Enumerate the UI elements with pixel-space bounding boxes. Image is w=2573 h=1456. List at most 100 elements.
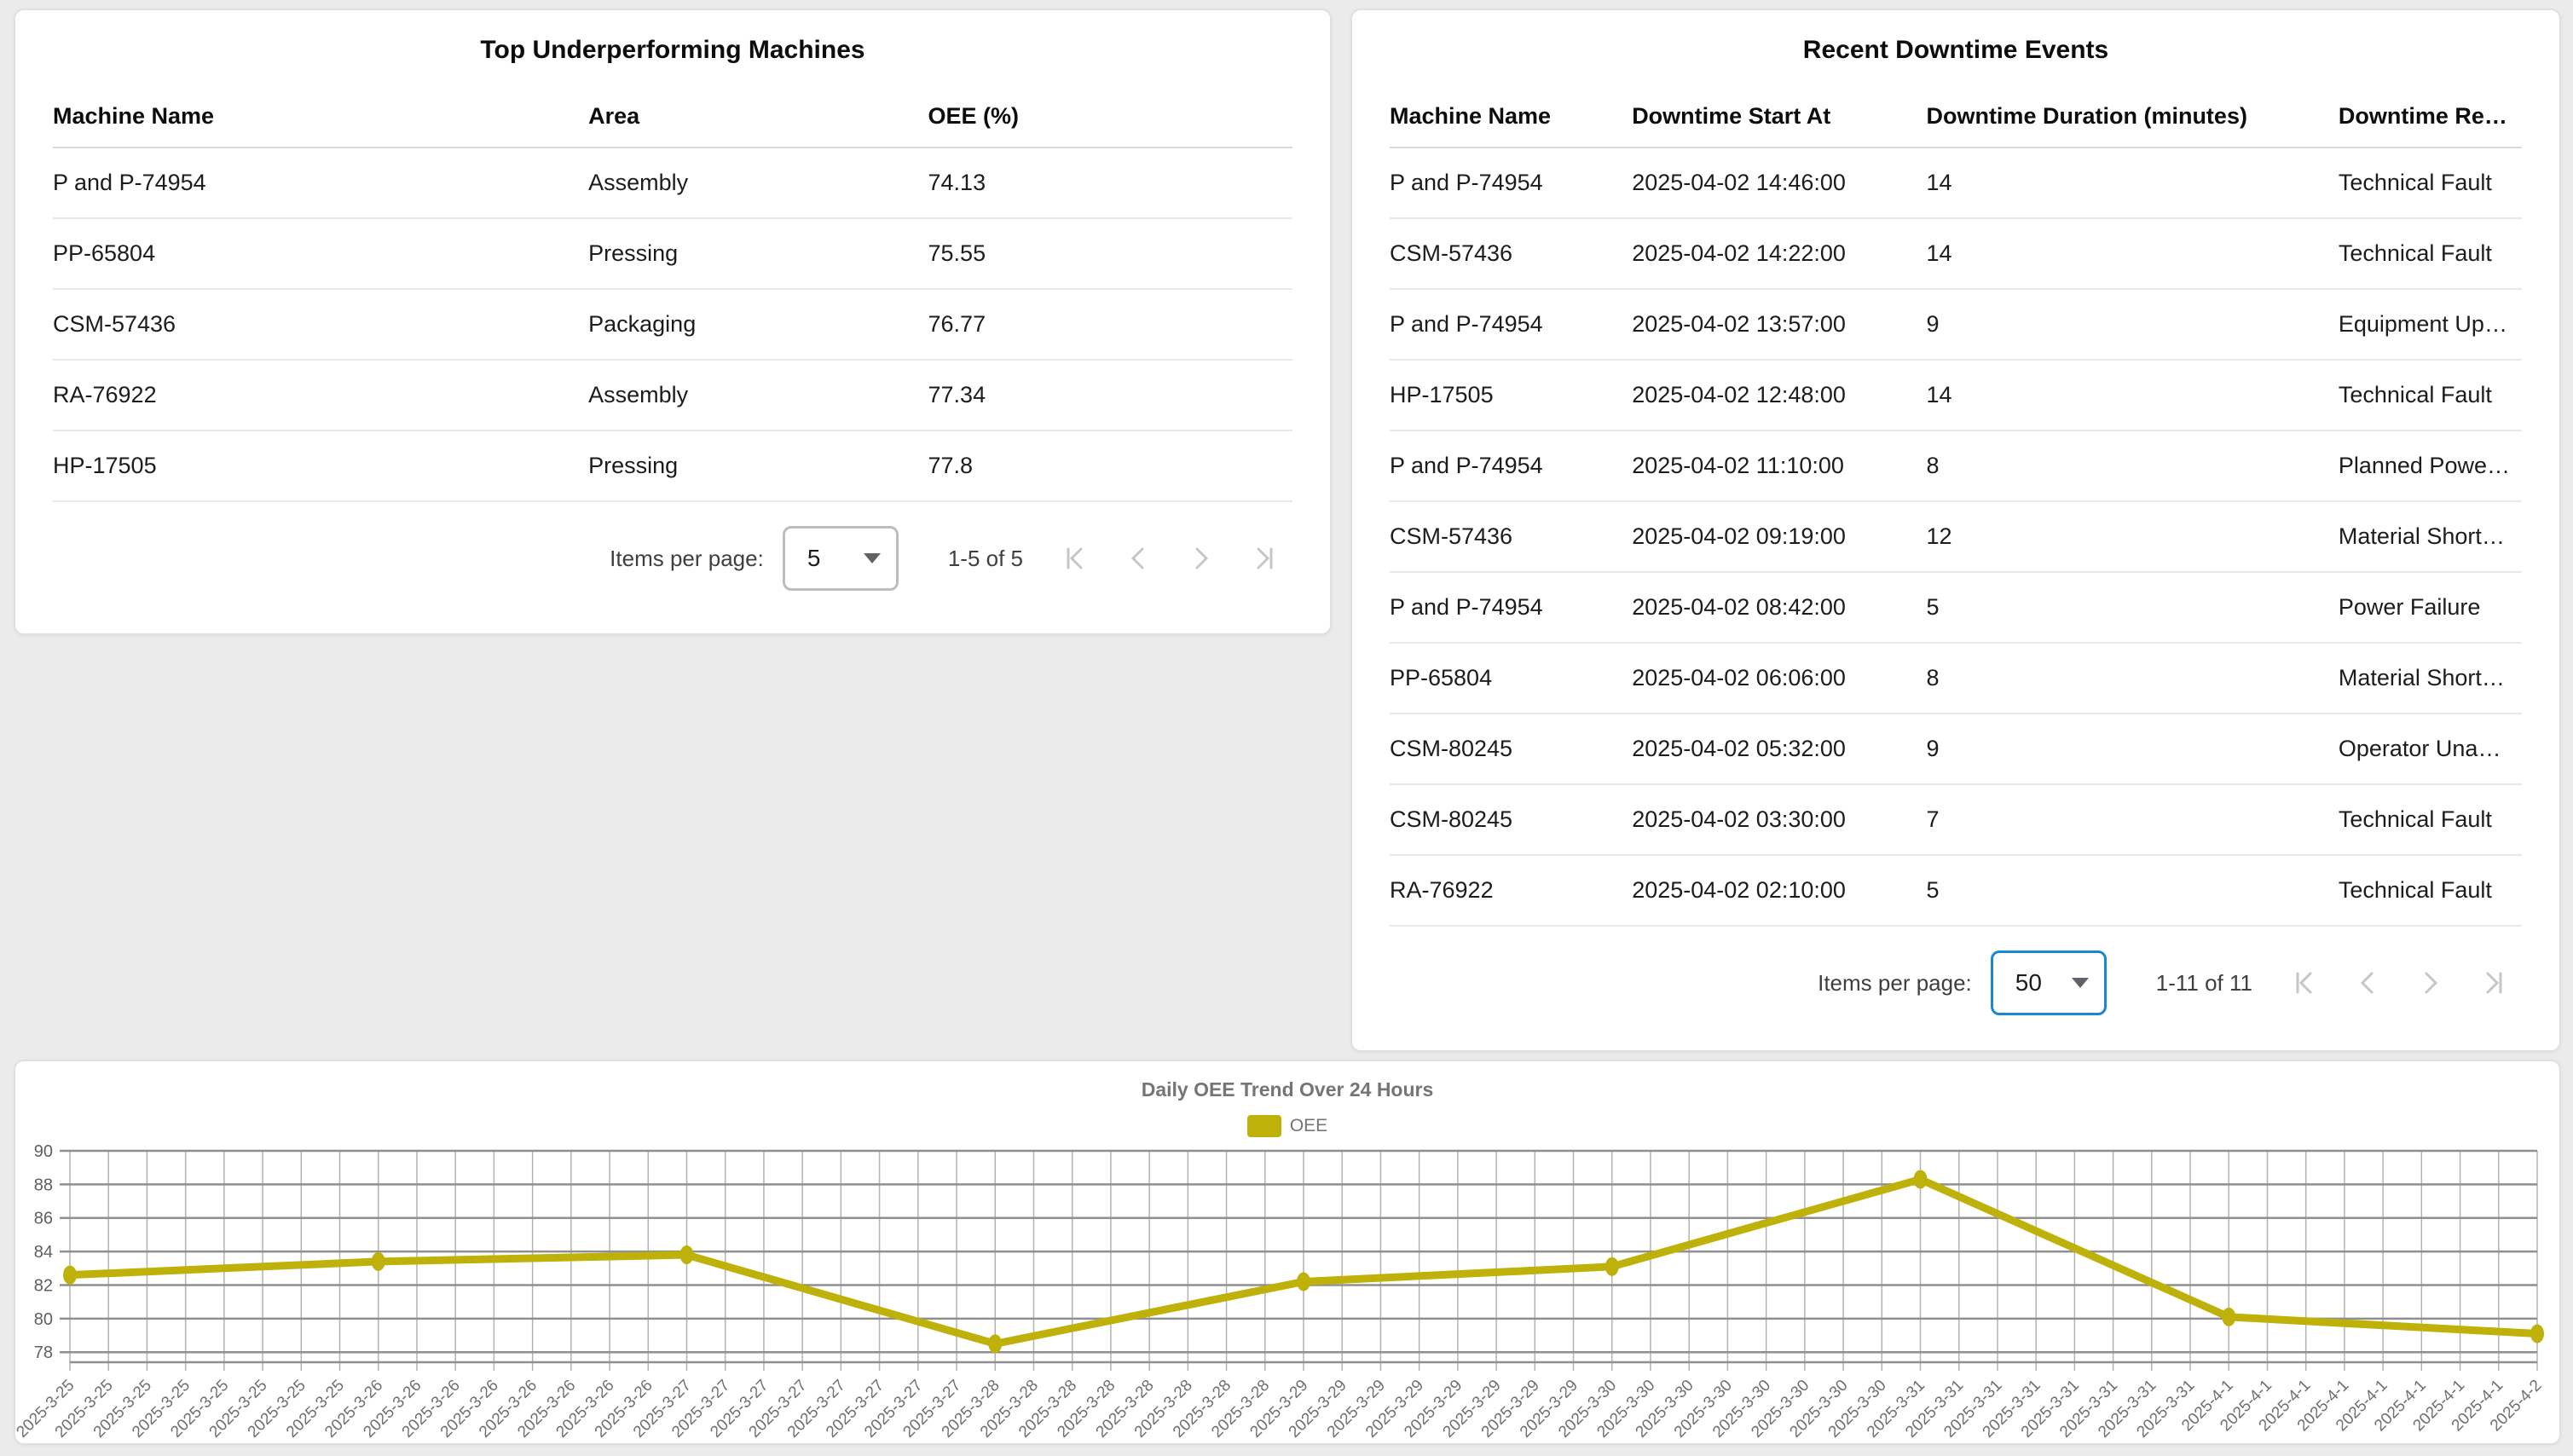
cell-downtime-reason: Planned Power Outage	[2339, 453, 2522, 479]
table-row: P and P-74954Assembly74.13	[53, 148, 1292, 219]
cell-machine-name: CSM-57436	[1390, 240, 1632, 267]
cell-downtime-start: 2025-04-02 09:19:00	[1632, 523, 1926, 550]
cell-machine-name: P and P-74954	[53, 170, 588, 196]
cell-downtime-duration: 14	[1926, 170, 2338, 196]
cell-oee: 77.8	[928, 453, 1292, 479]
first-page-icon	[2291, 969, 2318, 997]
cell-machine-name: PP-65804	[53, 240, 588, 267]
cell-downtime-start: 2025-04-02 13:57:00	[1632, 311, 1926, 338]
cell-downtime-start: 2025-04-02 14:46:00	[1632, 170, 1926, 196]
table-row: PP-65804Pressing75.55	[53, 219, 1292, 290]
cell-downtime-reason: Power Failure	[2339, 594, 2522, 621]
cell-area: Assembly	[588, 170, 928, 196]
cell-machine-name: HP-17505	[1390, 382, 1632, 408]
column-header-downtime-duration: Downtime Duration (minutes)	[1926, 103, 2338, 130]
cell-downtime-reason: Technical Fault	[2339, 240, 2522, 267]
cell-downtime-duration: 8	[1926, 665, 2338, 691]
cell-downtime-start: 2025-04-02 12:48:00	[1632, 382, 1926, 408]
table-row: P and P-749542025-04-02 14:46:0014Techni…	[1390, 148, 2522, 219]
cell-machine-name: HP-17505	[53, 453, 588, 479]
data-point	[2530, 1325, 2544, 1343]
svg-text:90: 90	[34, 1142, 53, 1161]
cell-area: Assembly	[588, 382, 928, 408]
cell-machine-name: P and P-74954	[1390, 453, 1632, 479]
cell-downtime-duration: 7	[1926, 806, 2338, 833]
cell-downtime-start: 2025-04-02 06:06:00	[1632, 665, 1926, 691]
items-per-page-select[interactable]: 50	[1991, 950, 2107, 1015]
cell-downtime-duration: 9	[1926, 311, 2338, 338]
cell-downtime-start: 2025-04-02 02:10:00	[1632, 877, 1926, 904]
chevron-down-icon	[864, 553, 881, 563]
previous-page-button[interactable]	[1124, 544, 1153, 573]
column-header-downtime-start: Downtime Start At	[1632, 103, 1926, 130]
items-per-page-label: Items per page:	[610, 546, 764, 572]
cell-oee: 77.34	[928, 382, 1292, 408]
items-per-page-value: 50	[2015, 969, 2042, 997]
cell-downtime-duration: 5	[1926, 594, 2338, 621]
items-per-page-select[interactable]: 5	[783, 526, 899, 591]
cell-area: Packaging	[588, 311, 928, 338]
chart-legend[interactable]: OEE	[15, 1115, 2559, 1137]
last-page-icon	[1251, 545, 1278, 572]
items-per-page-value: 5	[807, 545, 821, 572]
next-page-button[interactable]	[2416, 968, 2445, 997]
cell-downtime-reason: Material Shortage	[2339, 665, 2522, 691]
table-row: CSM-57436Packaging76.77	[53, 290, 1292, 361]
oee-trend-card: Daily OEE Trend Over 24 Hours OEE 788082…	[14, 1060, 2561, 1445]
downtime-events-card: Recent Downtime Events Machine NameDownt…	[1350, 9, 2561, 1052]
cell-downtime-duration: 14	[1926, 382, 2338, 408]
underperforming-table: Machine NameAreaOEE (%) P and P-74954Ass…	[53, 85, 1292, 502]
page-range-label: 1-5 of 5	[948, 546, 1023, 572]
next-page-button[interactable]	[1187, 544, 1216, 573]
data-point	[1605, 1257, 1619, 1276]
data-point	[988, 1334, 1002, 1353]
chevron-right-icon	[2417, 969, 2444, 997]
chevron-left-icon	[1125, 545, 1152, 572]
cell-downtime-duration: 8	[1926, 453, 2338, 479]
table-row: CSM-802452025-04-02 05:32:009Operator Un…	[1390, 714, 2522, 785]
cell-downtime-duration: 9	[1926, 736, 2338, 762]
cell-oee: 75.55	[928, 240, 1292, 267]
underperforming-machines-card: Top Underperforming Machines Machine Nam…	[14, 9, 1332, 635]
table-row: P and P-749542025-04-02 11:10:008Planned…	[1390, 431, 2522, 502]
cell-downtime-start: 2025-04-02 05:32:00	[1632, 736, 1926, 762]
table-row: P and P-749542025-04-02 08:42:005Power F…	[1390, 573, 2522, 644]
column-header-machine-name: Machine Name	[53, 103, 588, 130]
card-title: Recent Downtime Events	[1352, 10, 2559, 65]
chevron-right-icon	[1188, 545, 1215, 572]
previous-page-button[interactable]	[2353, 968, 2382, 997]
table-header-row: Machine NameAreaOEE (%)	[53, 85, 1292, 148]
cell-machine-name: CSM-57436	[53, 311, 588, 338]
first-page-button[interactable]	[1061, 544, 1090, 573]
items-per-page-label: Items per page:	[1818, 970, 1972, 997]
table-row: RA-769222025-04-02 02:10:005Technical Fa…	[1390, 856, 2522, 927]
cell-downtime-start: 2025-04-02 08:42:00	[1632, 594, 1926, 621]
cell-oee: 74.13	[928, 170, 1292, 196]
cell-machine-name: CSM-80245	[1390, 806, 1632, 833]
cell-downtime-start: 2025-04-02 03:30:00	[1632, 806, 1926, 833]
cell-downtime-reason: Operator Unavailable	[2339, 736, 2522, 762]
table-header-row: Machine NameDowntime Start AtDowntime Du…	[1390, 85, 2522, 148]
chevron-left-icon	[2354, 969, 2381, 997]
oee-trend-chart: 788082848688902025-3-252025-3-252025-3-2…	[15, 1142, 2559, 1453]
first-page-button[interactable]	[2290, 968, 2319, 997]
svg-text:78: 78	[34, 1343, 53, 1362]
data-point	[63, 1266, 77, 1285]
svg-text:88: 88	[34, 1176, 53, 1194]
last-page-button[interactable]	[1250, 544, 1279, 573]
page-range-label: 1-11 of 11	[2156, 970, 2252, 997]
last-page-icon	[2480, 969, 2507, 997]
chart-title: Daily OEE Trend Over 24 Hours	[15, 1061, 2559, 1101]
table-row: P and P-749542025-04-02 13:57:009Equipme…	[1390, 290, 2522, 361]
cell-downtime-start: 2025-04-02 11:10:00	[1632, 453, 1926, 479]
chevron-down-icon	[2072, 978, 2089, 988]
svg-text:86: 86	[34, 1210, 53, 1228]
paginator-nav	[1061, 544, 1279, 573]
cell-machine-name: P and P-74954	[1390, 311, 1632, 338]
cell-downtime-reason: Material Shortage	[2339, 523, 2522, 550]
last-page-button[interactable]	[2479, 968, 2508, 997]
table-body: P and P-74954Assembly74.13PP-65804Pressi…	[53, 148, 1292, 502]
cell-oee: 76.77	[928, 311, 1292, 338]
cell-downtime-reason: Technical Fault	[2339, 877, 2522, 904]
cell-machine-name: CSM-57436	[1390, 523, 1632, 550]
